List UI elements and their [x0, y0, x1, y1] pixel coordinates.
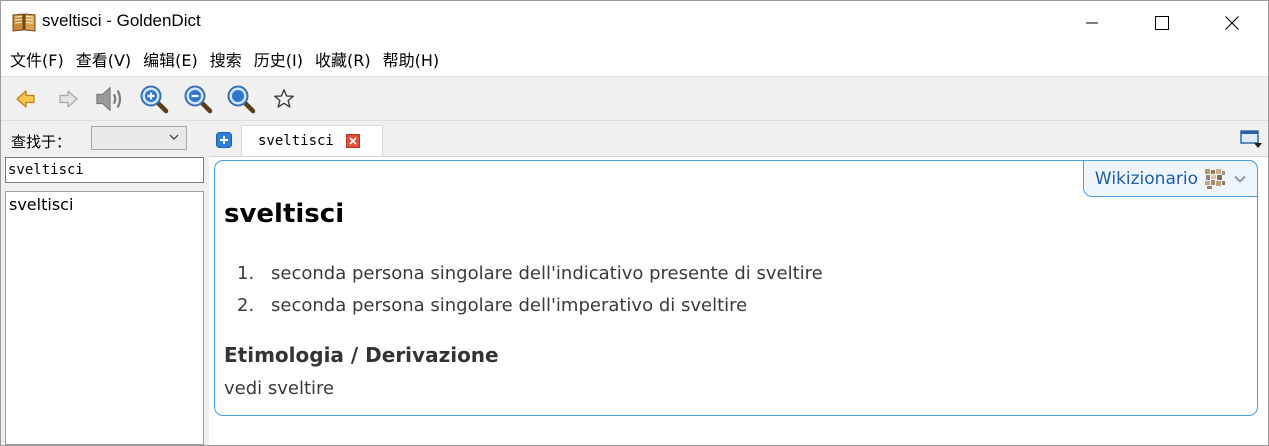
- maximize-icon: [1155, 16, 1169, 30]
- definition-number: 1.: [237, 263, 255, 284]
- maximize-button[interactable]: [1127, 1, 1197, 45]
- etymology-heading: Etimologia / Derivazione: [224, 343, 499, 367]
- menu-bar: 文件(F) 查看(V) 编辑(E) 搜索 历史(I) 收藏(R) 帮助(H): [1, 45, 1268, 76]
- window-title: sveltisci - GoldenDict: [42, 11, 201, 30]
- minimize-button[interactable]: [1057, 1, 1127, 45]
- minimize-icon: [1086, 22, 1098, 24]
- headword: sveltisci: [224, 199, 345, 229]
- zoom-in-button[interactable]: [138, 83, 170, 115]
- definition-item: 2. seconda persona singolare dell'imperat…: [237, 290, 823, 322]
- forward-button[interactable]: [52, 83, 84, 115]
- definition-list: 1. seconda persona singolare dell'indicat…: [237, 258, 823, 322]
- chevron-down-icon: [169, 134, 179, 140]
- zoom-out-button[interactable]: [182, 83, 214, 115]
- title-bar: sveltisci - GoldenDict: [1, 1, 1268, 45]
- definition-item: 1. seconda persona singolare dell'indicat…: [237, 258, 823, 290]
- etymology-text: vedi sveltire: [224, 378, 335, 399]
- add-favorite-button[interactable]: [268, 83, 300, 115]
- look-in-label: 查找于：: [11, 133, 72, 151]
- back-button[interactable]: [10, 83, 42, 115]
- zoom-reset-button[interactable]: [225, 83, 257, 115]
- back-arrow-icon: [16, 90, 35, 108]
- tab-close-icon[interactable]: [346, 134, 360, 148]
- look-in-dropdown[interactable]: [91, 126, 187, 150]
- menu-search[interactable]: 搜索: [204, 45, 248, 76]
- menu-favorites[interactable]: 收藏(R): [309, 45, 377, 76]
- close-icon: [1225, 16, 1239, 30]
- tab-label: sveltisci: [258, 133, 334, 149]
- word-list-item[interactable]: sveltisci: [6, 192, 203, 217]
- article-card: Wikizionario sveltisci 1. seconda persona…: [214, 160, 1258, 416]
- pronounce-button[interactable]: [95, 83, 127, 115]
- dictionary-icon: [1205, 168, 1225, 189]
- toolbar: [1, 76, 1268, 121]
- menu-history[interactable]: 历史(I): [248, 45, 309, 76]
- dictionary-chip[interactable]: Wikizionario: [1082, 160, 1258, 197]
- menu-file[interactable]: 文件(F): [4, 45, 70, 76]
- menu-view[interactable]: 查看(V): [70, 45, 137, 76]
- definition-text: seconda persona singolare dell'imperativ…: [271, 295, 748, 316]
- dictionary-name: Wikizionario: [1094, 168, 1198, 189]
- menu-edit[interactable]: 编辑(E): [137, 45, 204, 76]
- tab-sveltisci[interactable]: sveltisci: [241, 125, 383, 156]
- definition-number: 2.: [237, 295, 255, 316]
- search-input[interactable]: [5, 157, 204, 183]
- new-tab-icon[interactable]: [216, 132, 232, 148]
- book-app-icon: [12, 13, 36, 32]
- tab-list-menu-icon[interactable]: [1240, 129, 1264, 151]
- close-button[interactable]: [1197, 1, 1267, 45]
- zoom-in-icon: [140, 85, 169, 114]
- definition-text: seconda persona singolare dell'indicativ…: [271, 263, 823, 284]
- add-favorite-star-icon: [274, 89, 294, 108]
- forward-arrow-icon: [59, 90, 78, 108]
- goldendict-window: sveltisci - GoldenDict 文件(F) 查看(V) 编辑(E)…: [0, 0, 1269, 446]
- word-list: sveltisci: [5, 191, 204, 445]
- chevron-down-icon: [1234, 175, 1246, 183]
- zoom-reset-icon: [227, 85, 256, 114]
- pronounce-speaker-icon: [96, 86, 122, 112]
- menu-help[interactable]: 帮助(H): [377, 45, 446, 76]
- zoom-out-icon: [184, 85, 213, 114]
